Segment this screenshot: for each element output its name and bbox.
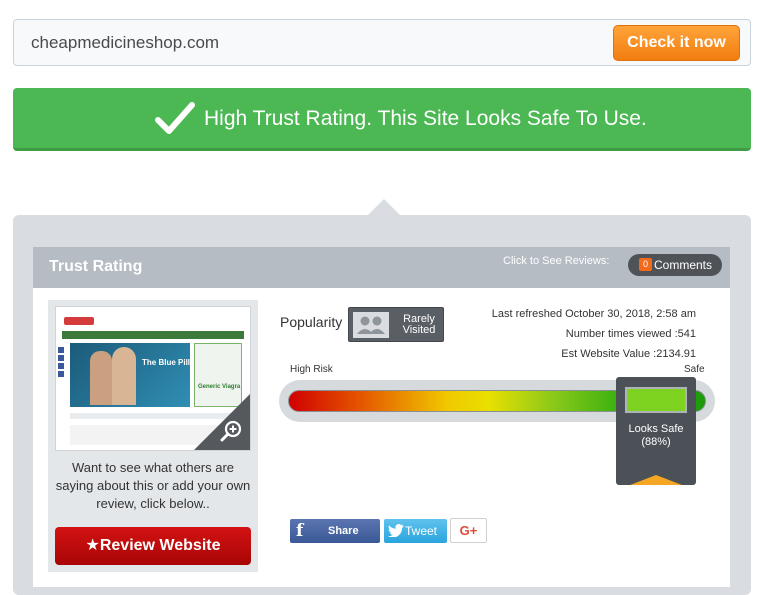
trust-message: High Trust Rating. This Site Looks Safe …	[204, 107, 647, 130]
site-preview-column: The Blue Pill Generic Viagra Want to see…	[48, 300, 258, 572]
trust-marker-label: Looks Safe (88%)	[616, 423, 696, 449]
card-title: Trust Rating	[49, 258, 143, 275]
comments-button[interactable]: 0 Comments	[628, 254, 722, 276]
thumbnail-person	[90, 351, 112, 405]
trust-rating-card: Trust Rating Click to See Reviews: 0 Com…	[33, 247, 730, 587]
tweet-label: Tweet	[405, 524, 438, 538]
safe-label: Safe	[684, 364, 705, 375]
card-header: Trust Rating Click to See Reviews: 0 Com…	[33, 247, 730, 288]
zoom-in-icon[interactable]	[220, 420, 242, 442]
facebook-share-label: Share	[328, 525, 359, 537]
thumbnail-nav	[62, 331, 244, 339]
popularity-badge-text: Rarely Visited	[402, 313, 436, 336]
facebook-icon: f	[296, 521, 304, 541]
marker-status: Looks Safe	[628, 423, 684, 435]
google-plus-button[interactable]: G+	[450, 518, 487, 543]
url-input[interactable]	[14, 20, 604, 65]
trust-banner: High Trust Rating. This Site Looks Safe …	[13, 88, 751, 151]
thumbnail-hero: The Blue Pill	[70, 343, 190, 407]
website-value: Est Website Value :2134.91	[561, 348, 696, 360]
times-viewed: Number times viewed :541	[565, 328, 696, 340]
popularity-label: Popularity	[280, 314, 343, 330]
review-prompt-text: Want to see what others are saying about…	[55, 460, 251, 511]
reviews-prompt: Click to See Reviews:	[503, 255, 610, 267]
twitter-bird-icon	[388, 524, 404, 537]
popularity-badge: Rarely Visited	[348, 307, 444, 342]
high-risk-label: High Risk	[290, 364, 333, 375]
comments-label: Comments	[654, 258, 713, 272]
checkmark-icon	[155, 102, 195, 134]
tweet-button[interactable]: Tweet	[384, 519, 447, 543]
thumbnail-side-text: Generic Viagra	[198, 384, 241, 390]
panel-pointer	[367, 199, 401, 216]
search-bar: Check it now	[13, 19, 751, 66]
thumbnail-logo	[64, 317, 94, 325]
review-website-button[interactable]: ★Review Website	[55, 527, 251, 565]
last-refreshed: Last refreshed October 30, 2018, 2:58 am	[491, 308, 696, 320]
facebook-share-button[interactable]: f Share	[290, 519, 380, 543]
people-icon	[353, 312, 389, 338]
trust-marker-window	[625, 387, 687, 413]
marker-percent: (88%)	[641, 436, 671, 448]
comments-count-badge: 0	[639, 258, 652, 271]
thumbnail-person	[112, 347, 136, 405]
site-screenshot-thumbnail[interactable]: The Blue Pill Generic Viagra	[55, 306, 251, 451]
thumbnail-hero-text: The Blue Pill	[142, 358, 191, 367]
check-it-now-button[interactable]: Check it now	[613, 25, 740, 61]
trust-marker: Looks Safe (88%)	[616, 377, 696, 487]
thumbnail-social-icons	[58, 347, 64, 377]
